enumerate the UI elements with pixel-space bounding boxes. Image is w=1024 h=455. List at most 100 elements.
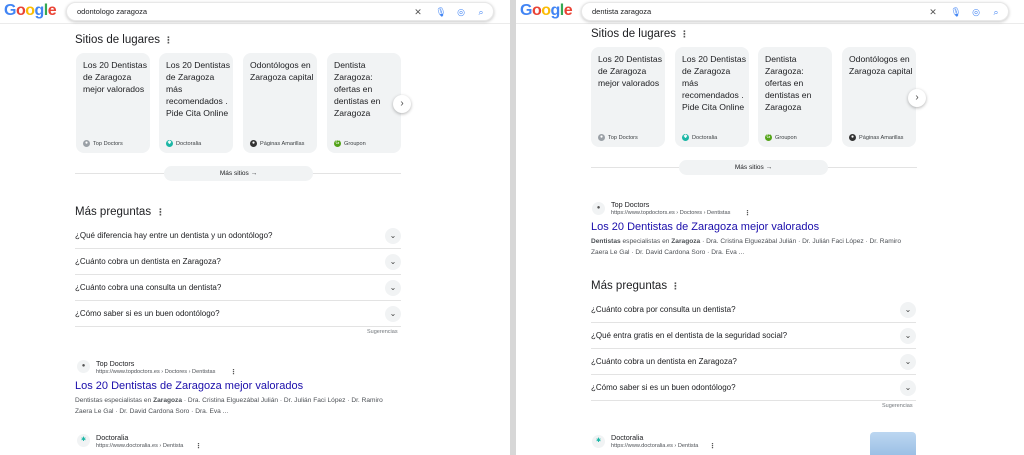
sitios-heading: Sitios de lugares	[75, 34, 161, 46]
paginas-amarillas-icon: ●	[250, 140, 257, 147]
chevron-down-icon[interactable]: ⌄	[385, 228, 401, 244]
kebab-menu-icon[interactable]: ⋮	[164, 35, 173, 46]
result-thumbnail-image[interactable]	[870, 432, 916, 455]
site-card-source: ● Top Doctors	[598, 134, 638, 141]
arrow-right-icon: →	[765, 164, 773, 171]
result-site-name: Doctoralia	[611, 433, 644, 442]
chevron-right-icon[interactable]: ›	[393, 95, 411, 113]
site-card[interactable]: Dentista Zaragoza: ofertas en dentistas …	[327, 53, 401, 153]
result-site-name: Top Doctors	[611, 200, 650, 209]
kebab-menu-icon[interactable]: ⋮	[680, 29, 689, 40]
left-results-panel: Google odontologo zaragoza ✕ 🎙 ◎ ⌕ Sitio…	[0, 0, 510, 455]
question-row[interactable]: ¿Cuánto cobra un dentista en Zaragoza? ⌄	[75, 249, 401, 275]
site-card[interactable]: Los 20 Dentistas de Zaragoza mejor valor…	[76, 53, 150, 153]
groupon-icon: G	[765, 134, 772, 141]
site-card-source: ✱ Doctoralia	[682, 134, 718, 141]
site-card-source: G Groupon	[765, 134, 797, 141]
question-row[interactable]: ¿Cuánto cobra un dentista en Zaragoza? ⌄	[591, 349, 916, 375]
preguntas-heading: Más preguntas	[591, 280, 668, 292]
topdoctors-icon: ●	[83, 140, 90, 147]
chevron-down-icon[interactable]: ⌄	[385, 306, 401, 322]
chevron-down-icon[interactable]: ⌄	[900, 380, 916, 396]
question-row[interactable]: ¿Cómo saber si es un buen odontólogo? ⌄	[591, 375, 916, 401]
google-logo[interactable]: Google	[520, 3, 573, 19]
result-url: https://www.topdoctors.es › Doctores › D…	[611, 210, 731, 216]
clear-icon[interactable]: ✕	[927, 6, 939, 18]
right-results-panel: Google dentista zaragoza ✕ 🎙 ◎ ⌕ Sitios …	[516, 0, 1024, 455]
mic-icon[interactable]: 🎙	[435, 6, 447, 18]
question-text: ¿Cuánto cobra por consulta un dentista?	[591, 305, 736, 314]
paginas-amarillas-icon: ●	[849, 134, 856, 141]
groupon-icon: G	[334, 140, 341, 147]
result-title-link[interactable]: Los 20 Dentistas de Zaragoza mejor valor…	[591, 221, 819, 233]
kebab-menu-icon[interactable]: ⋮	[709, 442, 716, 450]
result-snippet: Dentistas especialistas en Zaragoza · Dr…	[591, 238, 902, 256]
google-logo[interactable]: Google	[4, 3, 57, 19]
result-url: https://www.doctoralia.es › Dentista	[611, 443, 699, 449]
search-icon[interactable]: ⌕	[990, 6, 1002, 18]
question-text: ¿Cuánto cobra un dentista en Zaragoza?	[591, 357, 737, 366]
question-row[interactable]: ¿Cuánto cobra por consulta un dentista? …	[591, 297, 916, 323]
kebab-menu-icon[interactable]: ⋮	[230, 368, 237, 376]
question-row[interactable]: ¿Qué entra gratis en el dentista de la s…	[591, 323, 916, 349]
preguntas-heading: Más preguntas	[75, 206, 152, 218]
clear-icon[interactable]: ✕	[412, 6, 424, 18]
search-query[interactable]: odontologo zaragoza	[77, 7, 147, 16]
kebab-menu-icon[interactable]: ⋮	[744, 209, 751, 217]
site-card[interactable]: Odontólogos en Zaragoza capital ● Páginas…	[243, 53, 317, 153]
topdoctors-icon: ●	[598, 134, 605, 141]
chevron-down-icon[interactable]: ⌄	[900, 354, 916, 370]
sugerencias-label[interactable]: Sugerencias	[367, 329, 398, 335]
doctoralia-icon: ✱	[682, 134, 689, 141]
mas-sitios-button[interactable]: Más sitios →	[164, 166, 313, 181]
question-row[interactable]: ¿Qué diferencia hay entre un dentista y …	[75, 223, 401, 249]
site-card[interactable]: Los 20 Dentistas de Zaragoza más recomen…	[675, 47, 749, 147]
site-card-source: ✱ Doctoralia	[166, 140, 202, 147]
lens-icon[interactable]: ◎	[455, 6, 467, 18]
kebab-menu-icon[interactable]: ⋮	[195, 442, 202, 450]
site-card-title: Los 20 Dentistas de Zaragoza más recomen…	[166, 60, 231, 118]
sitios-heading: Sitios de lugares	[591, 28, 677, 40]
top-search-bar: Google dentista zaragoza ✕ 🎙 ◎ ⌕	[516, 0, 1024, 24]
site-card[interactable]: Odontólogos en Zaragoza capital ● Páginas…	[842, 47, 916, 147]
search-box[interactable]: odontologo zaragoza ✕ 🎙 ◎ ⌕	[66, 2, 494, 21]
question-text: ¿Cómo saber si es un buen odontólogo?	[75, 309, 220, 318]
top-search-bar: Google odontologo zaragoza ✕ 🎙 ◎ ⌕	[0, 0, 510, 24]
arrow-right-icon: →	[250, 170, 258, 177]
kebab-menu-icon[interactable]: ⋮	[671, 281, 680, 292]
site-card-title: Dentista Zaragoza: ofertas en dentistas …	[765, 54, 812, 112]
mic-icon[interactable]: 🎙	[950, 6, 962, 18]
chevron-down-icon[interactable]: ⌄	[900, 328, 916, 344]
question-row[interactable]: ¿Cuánto cobra una consulta un dentista? …	[75, 275, 401, 301]
doctoralia-favicon: ✱	[592, 435, 605, 448]
mas-sitios-button[interactable]: Más sitios →	[679, 160, 828, 175]
search-icon[interactable]: ⌕	[475, 6, 487, 18]
site-card[interactable]: Dentista Zaragoza: ofertas en dentistas …	[758, 47, 832, 147]
search-box[interactable]: dentista zaragoza ✕ 🎙 ◎ ⌕	[581, 2, 1009, 21]
question-row[interactable]: ¿Cómo saber si es un buen odontólogo? ⌄	[75, 301, 401, 327]
chevron-down-icon[interactable]: ⌄	[900, 302, 916, 318]
kebab-menu-icon[interactable]: ⋮	[156, 207, 165, 218]
site-card[interactable]: Los 20 Dentistas de Zaragoza más recomen…	[159, 53, 233, 153]
chevron-down-icon[interactable]: ⌄	[385, 254, 401, 270]
question-text: ¿Qué entra gratis en el dentista de la s…	[591, 331, 788, 340]
result-site-name: Doctoralia	[96, 433, 129, 442]
site-card-title: Dentista Zaragoza: ofertas en dentistas …	[334, 60, 381, 118]
sugerencias-label[interactable]: Sugerencias	[882, 403, 913, 409]
site-card-source: ● Páginas Amarillas	[849, 134, 904, 141]
result-title-link[interactable]: Los 20 Dentistas de Zaragoza mejor valor…	[75, 380, 303, 392]
lens-icon[interactable]: ◎	[970, 6, 982, 18]
search-query[interactable]: dentista zaragoza	[592, 7, 651, 16]
doctoralia-favicon: ✱	[77, 434, 90, 447]
question-text: ¿Cuánto cobra un dentista en Zaragoza?	[75, 257, 221, 266]
site-card-source: ● Páginas Amarillas	[250, 140, 305, 147]
chevron-down-icon[interactable]: ⌄	[385, 280, 401, 296]
site-card-title: Los 20 Dentistas de Zaragoza mejor valor…	[598, 54, 663, 88]
site-favicon: ●	[77, 360, 90, 373]
chevron-right-icon[interactable]: ›	[908, 89, 926, 107]
site-favicon: ●	[592, 202, 605, 215]
question-text: ¿Cómo saber si es un buen odontólogo?	[591, 383, 736, 392]
site-card[interactable]: Los 20 Dentistas de Zaragoza mejor valor…	[591, 47, 665, 147]
result-url: https://www.doctoralia.es › Dentista	[96, 443, 184, 449]
result-url: https://www.topdoctors.es › Doctores › D…	[96, 369, 216, 375]
